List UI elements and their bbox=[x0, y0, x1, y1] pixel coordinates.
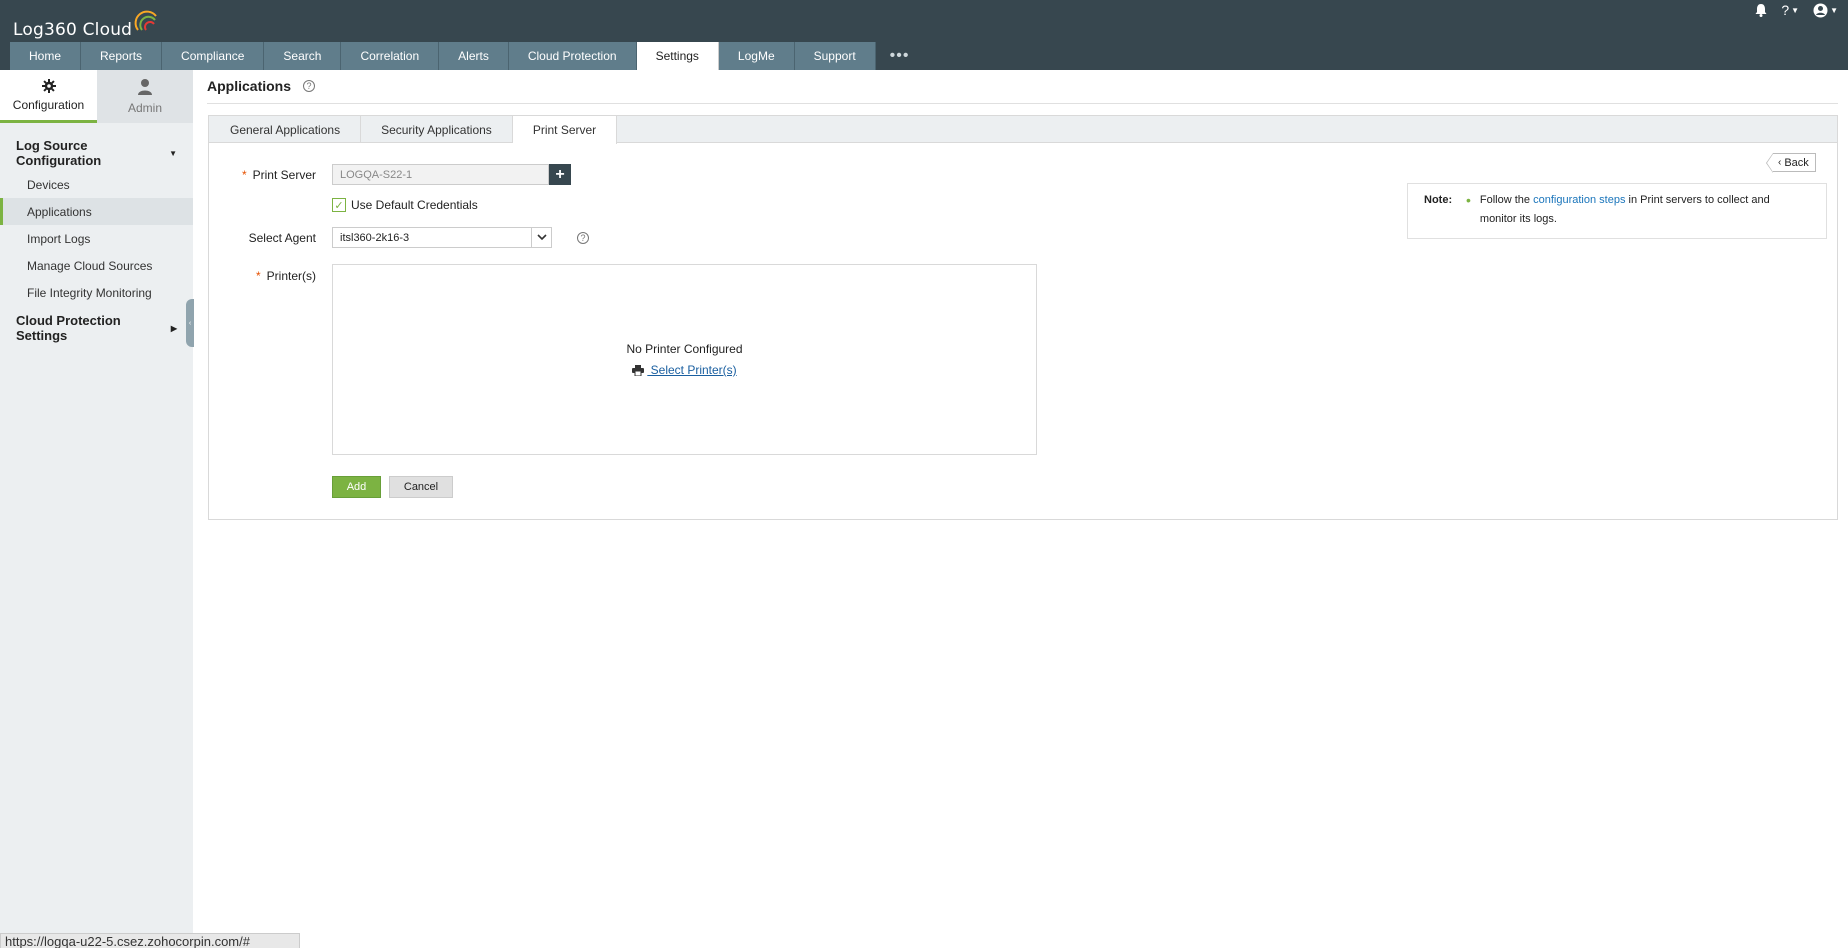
note-box: Note: • Follow the configuration steps i… bbox=[1407, 183, 1827, 239]
sidebar-collapse-handle[interactable]: ‹ bbox=[186, 299, 194, 347]
printers-label: * Printer(s) bbox=[255, 269, 316, 283]
required-marker: * bbox=[241, 168, 247, 182]
sidebar: Configuration Admin Log Source Configura… bbox=[0, 70, 193, 948]
nav-tab-correlation[interactable]: Correlation bbox=[341, 42, 440, 70]
page-title-text: Applications bbox=[207, 78, 292, 94]
print-server-label: * Print Server bbox=[241, 168, 316, 182]
sidebar-tab-admin[interactable]: Admin bbox=[97, 70, 193, 123]
select-agent-dropdown[interactable]: itsl360-2k16-3 bbox=[332, 227, 552, 248]
app-logo[interactable]: Log360 Cloud bbox=[13, 10, 160, 40]
gear-icon bbox=[41, 78, 56, 93]
nav-tab-cloud-protection[interactable]: Cloud Protection bbox=[508, 42, 637, 70]
nav-tab-logme[interactable]: LogMe bbox=[718, 42, 795, 70]
default-credentials-label: Use Default Credentials bbox=[351, 198, 478, 212]
sidebar-items: Devices Applications Import Logs Manage … bbox=[0, 171, 193, 306]
caret-down-icon: ▼ bbox=[169, 148, 177, 158]
select-agent-label: Select Agent bbox=[248, 231, 316, 245]
tab-security-applications[interactable]: Security Applications bbox=[361, 116, 513, 143]
nav-tab-home[interactable]: Home bbox=[10, 42, 82, 70]
printer-icon bbox=[632, 365, 645, 376]
chevron-left-icon: ‹ bbox=[1778, 157, 1782, 168]
bell-icon[interactable] bbox=[1755, 3, 1767, 17]
sidebar-tab-label: Admin bbox=[127, 101, 162, 115]
nav-tab-search[interactable]: Search bbox=[264, 42, 342, 70]
user-icon bbox=[138, 79, 152, 95]
select-printers-link[interactable]: Select Printer(s) bbox=[333, 363, 1036, 377]
note-label: Note: bbox=[1424, 194, 1453, 206]
help-icon[interactable]: ? bbox=[303, 80, 316, 92]
tab-print-server[interactable]: Print Server bbox=[512, 116, 618, 144]
logo-text: Log360 Cloud bbox=[13, 20, 133, 40]
default-credentials-row: ✓ Use Default Credentials bbox=[332, 198, 478, 212]
more-tabs-icon[interactable]: ••• bbox=[876, 42, 924, 70]
add-print-server-button[interactable]: + bbox=[549, 164, 571, 185]
sidebar-section-cloud-protection[interactable]: Cloud Protection Settings ▶ bbox=[0, 313, 193, 343]
nav-tab-alerts[interactable]: Alerts bbox=[439, 42, 509, 70]
back-button[interactable]: ‹ Back bbox=[1766, 153, 1816, 173]
agent-help-icon[interactable]: ? bbox=[577, 232, 589, 244]
configuration-steps-link[interactable]: configuration steps bbox=[1533, 194, 1625, 206]
logo-swirl-icon bbox=[134, 10, 157, 31]
nav-tab-reports[interactable]: Reports bbox=[81, 42, 163, 70]
top-header: Log360 Cloud ? ▼ ▼ Home Reports Complianc… bbox=[0, 0, 1848, 70]
note-text: Follow the configuration steps in Print … bbox=[1479, 194, 1770, 225]
printers-box: No Printer Configured Select Printer(s) bbox=[332, 264, 1037, 455]
sidebar-item-manage-cloud-sources[interactable]: Manage Cloud Sources bbox=[0, 252, 193, 279]
sidebar-item-file-integrity[interactable]: File Integrity Monitoring bbox=[0, 279, 193, 306]
panel-tabs: General Applications Security Applicatio… bbox=[209, 116, 1837, 144]
sidebar-tab-label: Configuration bbox=[12, 97, 85, 112]
sidebar-item-import-logs[interactable]: Import Logs bbox=[0, 225, 193, 252]
nav-tab-compliance[interactable]: Compliance bbox=[162, 42, 265, 70]
nav-tab-support[interactable]: Support bbox=[794, 42, 876, 70]
no-printer-message: No Printer Configured bbox=[626, 342, 743, 356]
main-nav: Home Reports Compliance Search Correlati… bbox=[10, 42, 923, 70]
tab-general-applications[interactable]: General Applications bbox=[210, 116, 362, 143]
add-button[interactable]: Add bbox=[332, 476, 381, 498]
status-bar-url: https://logqa-u22-5.csez.zohocorpin.com/… bbox=[0, 933, 300, 948]
title-divider bbox=[207, 103, 1838, 104]
top-icons: ? ▼ ▼ bbox=[1755, 0, 1838, 20]
required-marker: * bbox=[255, 269, 261, 283]
cancel-button[interactable]: Cancel bbox=[389, 476, 453, 498]
sidebar-item-applications[interactable]: Applications bbox=[0, 198, 193, 225]
sidebar-item-devices[interactable]: Devices bbox=[0, 171, 193, 198]
help-menu-icon[interactable]: ? ▼ bbox=[1781, 2, 1799, 18]
back-button-label: Back bbox=[1784, 156, 1809, 169]
user-account-icon[interactable]: ▼ bbox=[1813, 3, 1838, 18]
sidebar-section-log-source[interactable]: Log Source Configuration ▼ bbox=[0, 138, 193, 168]
select-agent-value: itsl360-2k16-3 bbox=[340, 231, 410, 244]
bullet-icon: • bbox=[1466, 192, 1471, 208]
print-server-input[interactable]: LOGQA-S22-1 bbox=[332, 164, 549, 185]
section-label: Cloud Protection Settings bbox=[16, 313, 121, 343]
caret-right-icon: ▶ bbox=[170, 323, 177, 333]
sidebar-tab-configuration[interactable]: Configuration bbox=[0, 70, 97, 123]
nav-tab-settings[interactable]: Settings bbox=[636, 42, 719, 70]
page-title: Applications ? bbox=[207, 78, 316, 94]
default-credentials-checkbox[interactable]: ✓ bbox=[332, 198, 346, 212]
chevron-down-icon bbox=[531, 228, 551, 247]
section-label: Log Source Configuration bbox=[16, 138, 102, 168]
sidebar-tabs: Configuration Admin bbox=[0, 70, 193, 123]
